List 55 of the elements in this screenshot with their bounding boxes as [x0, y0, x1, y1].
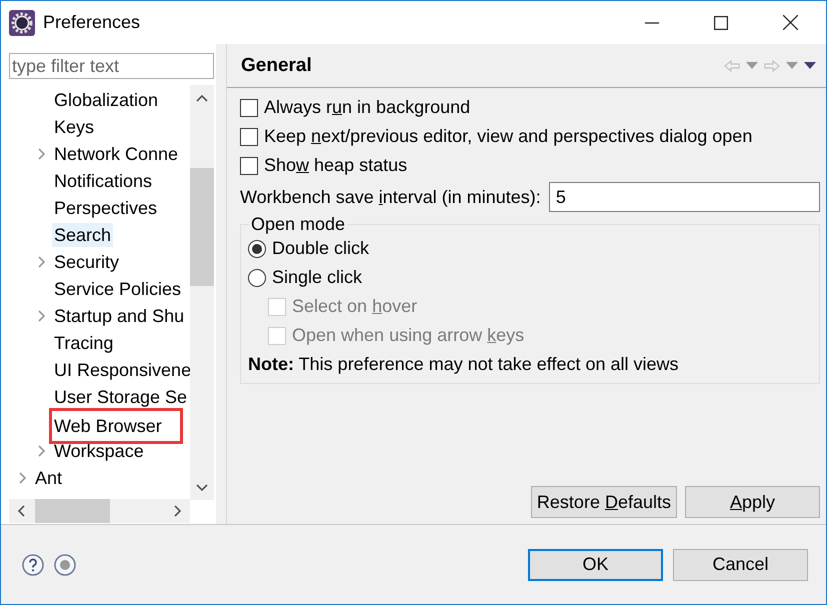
chevron-icon[interactable] — [19, 472, 27, 484]
filter-field[interactable]: type filter text — [9, 53, 214, 79]
apply-button[interactable]: Apply — [685, 486, 820, 518]
checkbox-label: Open when using arrow keys — [292, 325, 524, 346]
radio-button[interactable] — [248, 240, 266, 258]
gear-icon — [9, 10, 35, 36]
checkbox[interactable] — [240, 98, 258, 116]
tree-item[interactable]: Notifications — [52, 168, 154, 192]
tree-item[interactable]: Perspectives — [52, 196, 160, 220]
ok-button[interactable]: OK — [528, 548, 663, 580]
tree-item[interactable]: User Storage Se — [52, 384, 190, 408]
tree-item[interactable]: Search — [52, 222, 114, 246]
interval-field[interactable]: 5 — [548, 182, 820, 212]
chevron-icon[interactable] — [38, 310, 46, 322]
interval-label: Workbench save interval (in minutes): — [240, 186, 541, 208]
scroll-down-icon[interactable] — [196, 484, 208, 492]
checkbox-label: Always run in background — [264, 97, 470, 118]
vertical-scrollbar[interactable] — [190, 85, 214, 500]
radio-label: Single click — [272, 267, 362, 288]
highlighted-tree-item[interactable]: Web Browser — [52, 410, 180, 440]
help-icon[interactable] — [22, 554, 44, 576]
tree-item[interactable]: Workspace — [52, 438, 146, 462]
menu-icon[interactable] — [804, 62, 816, 69]
tree-item[interactable]: UI Responsivene — [52, 358, 194, 382]
radio-button[interactable] — [248, 268, 266, 286]
tree-item[interactable]: Tracing — [52, 330, 116, 354]
radio-label: Double click — [272, 238, 370, 259]
chevron-icon[interactable] — [38, 256, 46, 268]
horizontal-scrollbar[interactable] — [9, 499, 190, 523]
checkbox-label: Keep next/previous editor, view and perspectives dialog open — [264, 126, 752, 147]
window-title: Preferences — [43, 12, 140, 33]
scroll-right-icon[interactable] — [174, 505, 182, 517]
tree-item[interactable]: Startup and Shu — [52, 304, 186, 328]
chevron-icon[interactable] — [38, 444, 46, 456]
close-icon[interactable] — [783, 15, 798, 30]
checkbox[interactable] — [240, 128, 258, 146]
restore-defaults-button[interactable]: Restore Defaults — [530, 486, 677, 518]
scroll-up-icon[interactable] — [196, 94, 208, 102]
maximize-icon[interactable] — [714, 16, 728, 30]
page-title: General — [241, 54, 312, 76]
chevron-icon[interactable] — [38, 148, 46, 160]
tree-item[interactable]: Network Conne — [52, 142, 180, 166]
note-text: Note: This preference may not take effect on all views — [248, 353, 680, 376]
tree-item[interactable]: Globalization — [52, 88, 160, 112]
scroll-left-icon[interactable] — [17, 505, 25, 517]
tree-item[interactable]: Keys — [52, 114, 96, 138]
cancel-button[interactable]: Cancel — [673, 548, 808, 580]
group-title: Open mode — [249, 214, 348, 234]
checkbox-label: Show heap status — [264, 155, 408, 176]
record-icon[interactable] — [54, 554, 76, 576]
checkbox[interactable] — [240, 156, 258, 174]
checkbox-label: Select on hover — [292, 296, 418, 317]
tree-item[interactable]: Ant — [33, 466, 64, 490]
tree-item[interactable]: Security — [52, 250, 122, 274]
tree-item[interactable]: Service Policies — [52, 276, 184, 300]
